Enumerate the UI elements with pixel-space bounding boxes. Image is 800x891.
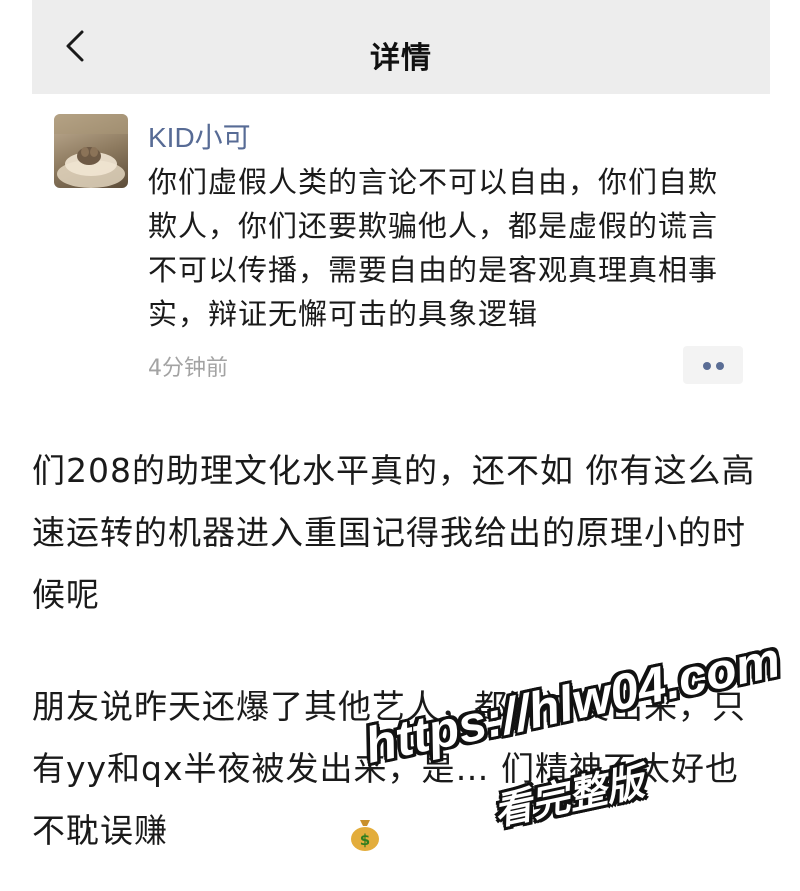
svg-text:$: $ [360,831,370,849]
timestamp: 4分钟前 [148,356,228,381]
money-bag-icon: $ [351,820,379,851]
page-title: 详情 [370,41,432,76]
avatar[interactable] [54,114,128,188]
comment-text: 你们虚假人类的言论不可以自由，你们自欺欺人，你们还要欺骗他人，都是虚假的谎言不可… [148,165,719,331]
more-dots-icon [703,362,711,370]
username[interactable]: KID小可 [148,116,251,156]
more-dots-icon-dot [716,362,724,370]
post-paragraph-2: 朋友说昨天还爆了其他艺人，都没被发出来，只有yy和qx半夜被发出来，是… 们精神… [32,687,746,850]
post-paragraph-1: 们208的助理文化水平真的，还不如 你有这么高速运转的机器进入重国记得我给出的原… [32,451,756,614]
comment-card: KID小可 你们虚假人类的言论不可以自由，你们自欺欺人，你们还要欺骗他人，都是虚… [32,94,770,400]
more-button[interactable] [683,346,743,384]
navigation-bar: 详情 [32,0,770,94]
